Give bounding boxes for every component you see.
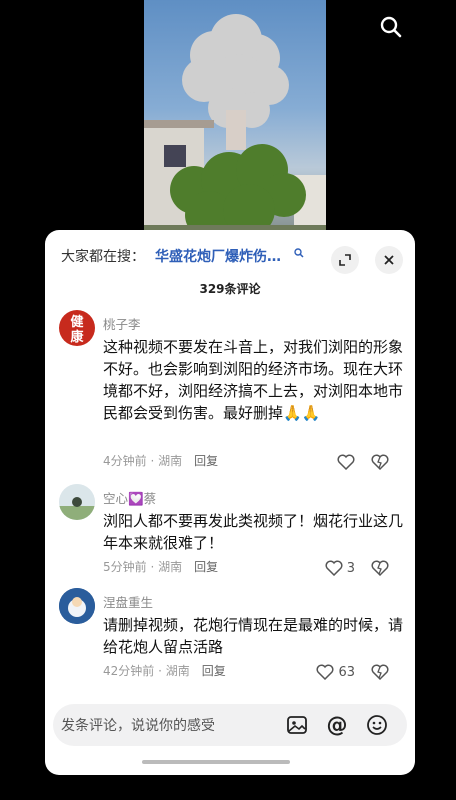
like-count: 63 [338, 664, 355, 680]
svg-text:@: @ [327, 713, 348, 737]
image-icon [287, 716, 307, 734]
comment-meta: 4分钟前 · 湖南 回复 [103, 454, 219, 468]
heart-icon [316, 664, 334, 680]
video-scene [144, 14, 326, 240]
like-count: 3 [346, 560, 355, 576]
comment-location: 湖南 [158, 560, 183, 574]
mention-button[interactable]: @ [325, 713, 349, 737]
comment-location: 湖南 [158, 454, 183, 468]
broken-heart-icon [371, 560, 389, 577]
comment-text: 浏阳人都不要再发此类视频了！烟花行业这几年本来就很难了！ [103, 512, 404, 552]
comment-meta: 5分钟前 · 湖南 回复 [103, 560, 219, 574]
emoji-icon [367, 715, 387, 735]
at-icon: @ [327, 713, 348, 737]
reply-button[interactable]: 回复 [202, 664, 226, 678]
avatar[interactable] [59, 484, 95, 520]
search-icon [380, 16, 402, 38]
video-frame[interactable] [144, 0, 326, 240]
dislike-button[interactable] [371, 560, 389, 580]
comment-input[interactable] [59, 710, 273, 742]
search-button[interactable] [376, 12, 406, 42]
broken-heart-icon [371, 454, 389, 471]
comment-username[interactable]: 桃子李 [103, 314, 141, 333]
home-indicator [142, 760, 290, 764]
avatar[interactable] [59, 588, 95, 624]
comment-sheet: 大家都在搜： 华盛花炮厂爆炸伤… 329条评论 健 康 桃子李 这种视频不要发在… [45, 230, 415, 775]
comment-text: 这种视频不要发在斗音上，对我们浏阳的形象不好。也会影响到浏阳的经济市场。现在大环… [103, 338, 404, 422]
comment-time: 42分钟前 [103, 664, 155, 678]
comment-item: 健 康 桃子李 这种视频不要发在斗音上，对我们浏阳的形象不好。也会影响到浏阳的经… [45, 310, 415, 480]
dislike-button[interactable] [371, 454, 389, 474]
like-button[interactable]: 63 [316, 664, 355, 680]
search-suggest-link[interactable]: 华盛花炮厂爆炸伤… [155, 246, 281, 266]
comment-location: 湖南 [165, 664, 190, 678]
comment-text: 请删掉视频，花炮行情现在是最难的时候，请给花炮人留点活路 [103, 616, 404, 656]
collapse-icon [339, 254, 351, 266]
svg-text:健: 健 [70, 314, 83, 330]
comment-username[interactable]: 涅盘重生 [103, 592, 153, 611]
close-button[interactable] [375, 246, 403, 274]
broken-heart-icon [371, 664, 389, 681]
collapse-button[interactable] [331, 246, 359, 274]
comment-time: 5分钟前 [103, 560, 147, 574]
comment-item: 涅盘重生 请删掉视频，花炮行情现在是最难的时候，请给花炮人留点活路 42分钟前 … [45, 588, 415, 688]
like-button[interactable] [337, 454, 355, 470]
comment-time: 4分钟前 [103, 454, 147, 468]
reply-button[interactable]: 回复 [194, 454, 218, 468]
comment-username[interactable]: 空心💟蔡 [103, 488, 156, 507]
svg-text:康: 康 [70, 329, 84, 345]
dislike-button[interactable] [371, 664, 389, 684]
emoji-button[interactable] [365, 713, 389, 737]
reply-button[interactable]: 回复 [194, 560, 218, 574]
search-suggest-prefix: 大家都在搜： [61, 249, 145, 265]
image-button[interactable] [285, 713, 309, 737]
close-icon [384, 255, 394, 265]
search-mini-icon [294, 248, 304, 261]
comment-count: 329条评论 [199, 282, 261, 296]
heart-icon [325, 560, 343, 576]
like-button[interactable]: 3 [325, 560, 355, 576]
comment-input-bar: @ [53, 704, 407, 746]
comment-meta: 42分钟前 · 湖南 回复 [103, 664, 226, 678]
avatar[interactable]: 健 康 [59, 310, 95, 346]
comment-item: 空心💟蔡 浏阳人都不要再发此类视频了！烟花行业这几年本来就很难了！ 5分钟前 ·… [45, 484, 415, 584]
heart-icon [337, 454, 355, 470]
